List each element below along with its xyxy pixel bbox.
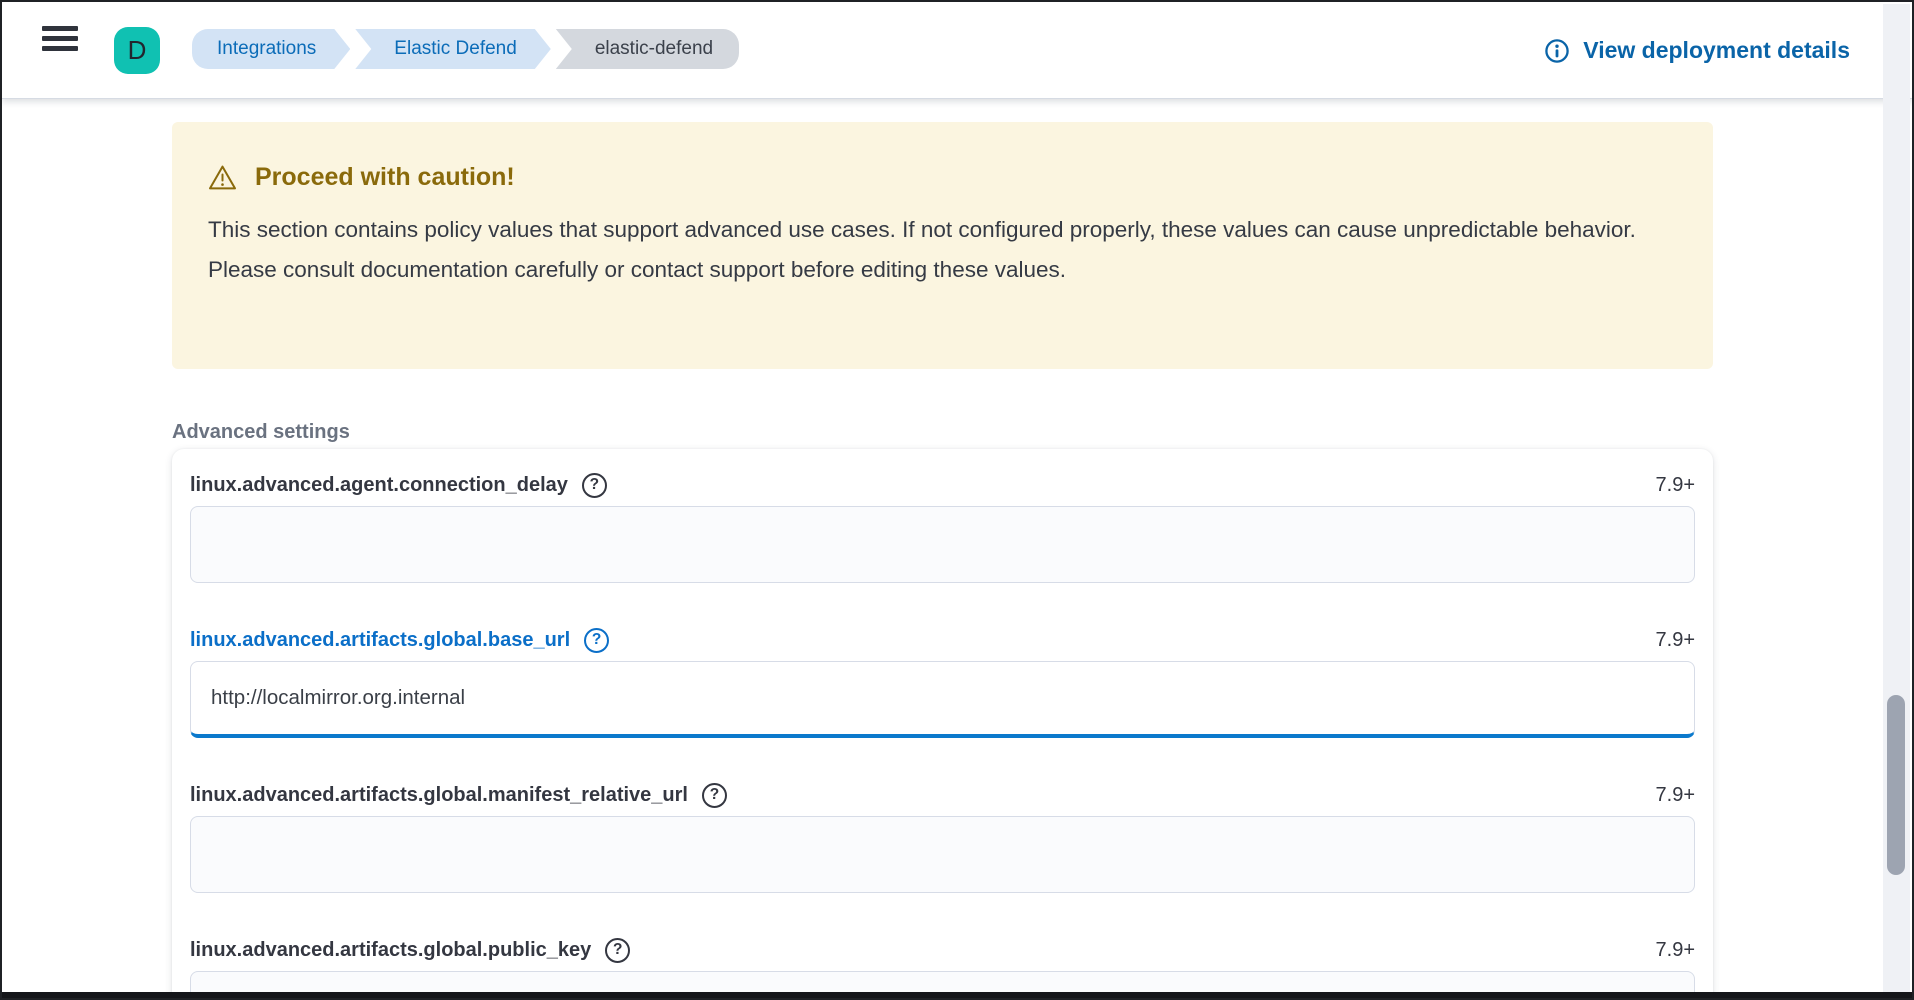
hamburger-bar (42, 46, 78, 51)
info-icon (1544, 38, 1570, 64)
warning-callout-body: This section contains policy values that… (208, 210, 1677, 290)
setting-label-row: linux.advanced.artifacts.global.base_url… (190, 627, 1695, 653)
help-question-icon[interactable]: ? (702, 783, 727, 808)
help-question-icon[interactable]: ? (605, 938, 630, 963)
breadcrumb-item-integrations[interactable]: Integrations (192, 29, 350, 69)
warning-triangle-icon (208, 164, 237, 191)
top-header: D IntegrationsElastic Defendelastic-defe… (2, 2, 1912, 99)
warning-callout: Proceed with caution! This section conta… (172, 122, 1713, 369)
scrollbar-thumb[interactable] (1887, 695, 1905, 875)
advanced-settings-heading: Advanced settings (172, 421, 350, 444)
setting-row: linux.advanced.agent.connection_delay ? … (190, 472, 1695, 583)
setting-version-badge: 7.9+ (1656, 629, 1695, 652)
setting-label-row: linux.advanced.artifacts.global.manifest… (190, 782, 1695, 808)
view-deployment-details-link[interactable]: View deployment details (1544, 2, 1850, 99)
breadcrumb: IntegrationsElastic Defendelastic-defend (192, 29, 739, 69)
breadcrumb-item-elastic-defend[interactable]: elastic-defend (556, 29, 739, 69)
deployment-avatar[interactable]: D (114, 27, 160, 74)
setting-name-label: linux.advanced.artifacts.global.public_k… (190, 939, 591, 962)
scrollbar-track[interactable] (1883, 4, 1910, 992)
menu-hamburger-button[interactable] (42, 26, 78, 51)
app-window: D IntegrationsElastic Defendelastic-defe… (0, 0, 1914, 1000)
warning-callout-title-row: Proceed with caution! (208, 162, 1677, 192)
hamburger-bar (42, 36, 78, 41)
setting-value-input[interactable] (190, 816, 1695, 893)
setting-name-label: linux.advanced.artifacts.global.manifest… (190, 784, 688, 807)
setting-label-row: linux.advanced.artifacts.global.public_k… (190, 937, 1695, 963)
setting-value-input[interactable] (190, 506, 1695, 583)
help-question-icon[interactable]: ? (582, 473, 607, 498)
setting-label-row: linux.advanced.agent.connection_delay ? … (190, 472, 1695, 498)
help-question-icon[interactable]: ? (584, 628, 609, 653)
setting-name-label: linux.advanced.artifacts.global.base_url (190, 629, 570, 652)
setting-row: linux.advanced.artifacts.global.base_url… (190, 627, 1695, 738)
advanced-settings-panel: linux.advanced.agent.connection_delay ? … (172, 449, 1713, 1000)
setting-version-badge: 7.9+ (1656, 939, 1695, 962)
setting-row: linux.advanced.artifacts.global.manifest… (190, 782, 1695, 893)
warning-callout-title: Proceed with caution! (255, 162, 515, 192)
setting-name-label: linux.advanced.agent.connection_delay (190, 474, 568, 497)
view-deployment-details-label: View deployment details (1583, 37, 1850, 64)
setting-value-input[interactable] (190, 661, 1695, 738)
setting-version-badge: 7.9+ (1656, 474, 1695, 497)
setting-version-badge: 7.9+ (1656, 784, 1695, 807)
hamburger-bar (42, 26, 78, 31)
setting-row: linux.advanced.artifacts.global.public_k… (190, 937, 1695, 1000)
window-bottom-edge (2, 992, 1912, 998)
breadcrumb-item-elastic-defend[interactable]: Elastic Defend (355, 29, 551, 69)
